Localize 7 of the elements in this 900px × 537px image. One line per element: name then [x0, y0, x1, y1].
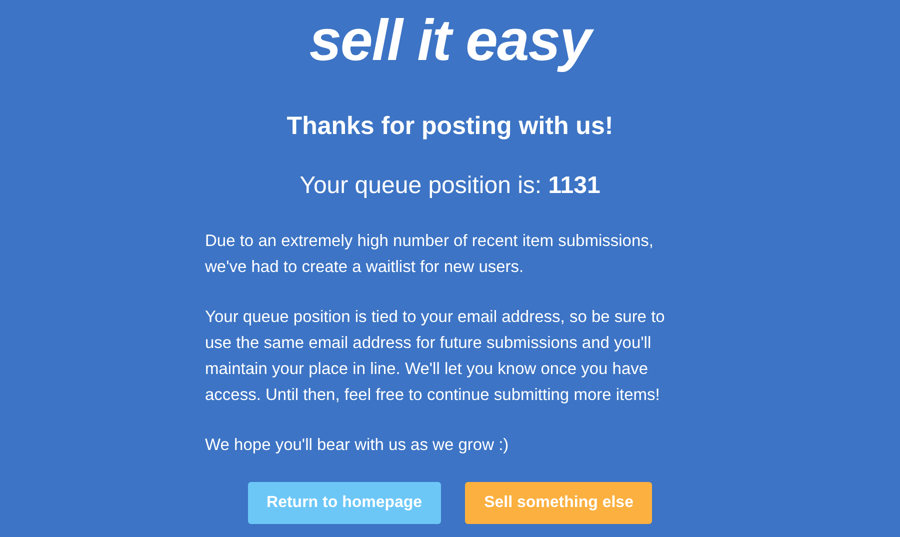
message-paragraph: Due to an extremely high number of recent item submissions, we've had to create a waitlist for new users.: [205, 230, 654, 278]
return-home-button[interactable]: Return to homepage: [248, 482, 442, 524]
message-paragraph: We hope you'll bear with us as we grow :): [205, 434, 510, 456]
sell-something-else-button[interactable]: Sell something else: [465, 482, 652, 524]
message-paragraph: Your queue position is tied to your email address, so be sure to use the same email address for future submissions and you'll maintain your place in line. We'll let you know once you have access. Until then, feel free to continue submitting more items!: [205, 306, 666, 406]
heading: Thanks for posting with us!: [286, 111, 614, 142]
queue-position-text: Your queue position is: 1131: [300, 170, 600, 200]
